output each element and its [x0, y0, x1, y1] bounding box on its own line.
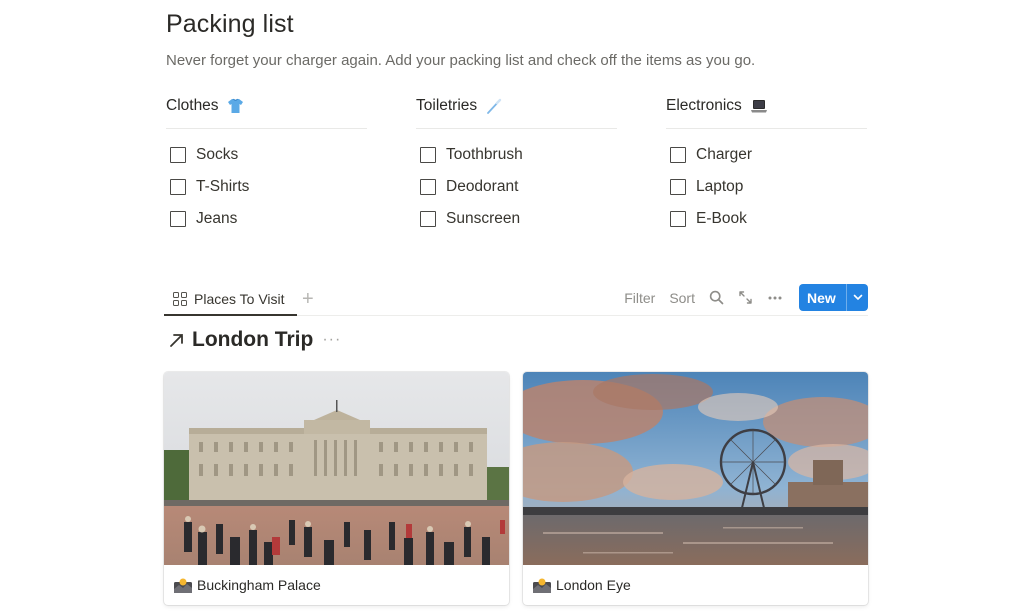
packing-columns: Clothes Socks T-Shirts Jeans Toiletries … — [166, 95, 916, 235]
gallery-view-icon — [173, 291, 187, 306]
todo-label[interactable]: Jeans — [196, 210, 237, 228]
divider — [666, 128, 867, 129]
database-actions: Filter Sort New — [610, 283, 868, 312]
checkbox[interactable] — [670, 211, 686, 227]
todo-label[interactable]: Laptop — [696, 178, 743, 196]
add-view-button[interactable]: + — [302, 287, 314, 311]
database-title-text[interactable]: London Trip — [192, 328, 313, 352]
more-icon[interactable] — [767, 295, 783, 301]
column-toiletries: Toiletries Toothbrush Deodorant Sunscree… — [416, 95, 666, 235]
checkbox[interactable] — [170, 211, 186, 227]
column-heading-label: Electronics — [666, 97, 742, 114]
checkbox[interactable] — [420, 147, 436, 163]
card-title: Buckingham Palace — [197, 577, 321, 593]
todo-label[interactable]: Toothbrush — [446, 146, 523, 164]
expand-icon[interactable] — [738, 290, 753, 305]
divider — [416, 128, 617, 129]
column-heading: Clothes — [166, 95, 416, 117]
todo-item: Socks — [166, 139, 416, 171]
divider — [166, 128, 367, 129]
gallery-card[interactable]: Buckingham Palace — [164, 372, 509, 605]
todo-item: Laptop — [666, 171, 916, 203]
todo-item: Sunscreen — [416, 203, 666, 235]
filter-button[interactable]: Filter — [624, 290, 655, 306]
card-cover-london-eye — [523, 372, 868, 565]
column-heading-label: Clothes — [166, 97, 219, 114]
todo-item: Deodorant — [416, 171, 666, 203]
todo-label[interactable]: Charger — [696, 146, 752, 164]
photo-icon — [174, 578, 192, 593]
todo-label[interactable]: E-Book — [696, 210, 747, 228]
card-footer: London Eye — [523, 565, 868, 605]
tab-label: Places To Visit — [194, 290, 285, 307]
todo-item: E-Book — [666, 203, 916, 235]
linked-arrow-icon — [168, 331, 186, 349]
todo-item: Jeans — [166, 203, 416, 235]
column-heading-label: Toiletries — [416, 97, 478, 114]
todo-item: Charger — [666, 139, 916, 171]
checkbox[interactable] — [170, 179, 186, 195]
tab-places-to-visit[interactable]: Places To Visit — [164, 283, 297, 316]
database-title: London Trip ··· — [168, 328, 341, 352]
page-title: Packing list — [166, 10, 294, 38]
laptop-icon — [750, 97, 768, 115]
column-electronics: Electronics Charger Laptop E-Book — [666, 95, 916, 235]
column-clothes: Clothes Socks T-Shirts Jeans — [166, 95, 416, 235]
gallery: Buckingham Palace London Eye — [164, 372, 868, 605]
todo-item: T-Shirts — [166, 171, 416, 203]
new-button[interactable]: New — [799, 284, 868, 311]
todo-label[interactable]: Socks — [196, 146, 238, 164]
checkbox[interactable] — [420, 179, 436, 195]
card-cover-buckingham-palace — [164, 372, 509, 565]
database-view-bar: Places To Visit + Filter Sort New — [164, 283, 868, 316]
page-description: Never forget your charger again. Add you… — [166, 52, 756, 69]
new-button-label: New — [807, 289, 836, 306]
toothbrush-icon — [485, 97, 503, 115]
search-icon[interactable] — [709, 290, 724, 305]
card-footer: Buckingham Palace — [164, 565, 509, 605]
todo-label[interactable]: Sunscreen — [446, 210, 520, 228]
card-title: London Eye — [556, 577, 631, 593]
more-icon[interactable]: ··· — [322, 331, 341, 349]
column-heading: Electronics — [666, 95, 916, 117]
sort-button[interactable]: Sort — [669, 290, 695, 306]
checkbox[interactable] — [670, 179, 686, 195]
checkbox[interactable] — [420, 211, 436, 227]
photo-icon — [533, 578, 551, 593]
t-shirt-icon — [227, 97, 245, 115]
todo-item: Toothbrush — [416, 139, 666, 171]
chevron-down-icon[interactable] — [847, 294, 868, 301]
gallery-card[interactable]: London Eye — [523, 372, 868, 605]
todo-label[interactable]: T-Shirts — [196, 178, 249, 196]
todo-label[interactable]: Deodorant — [446, 178, 518, 196]
checkbox[interactable] — [670, 147, 686, 163]
checkbox[interactable] — [170, 147, 186, 163]
column-heading: Toiletries — [416, 95, 666, 117]
